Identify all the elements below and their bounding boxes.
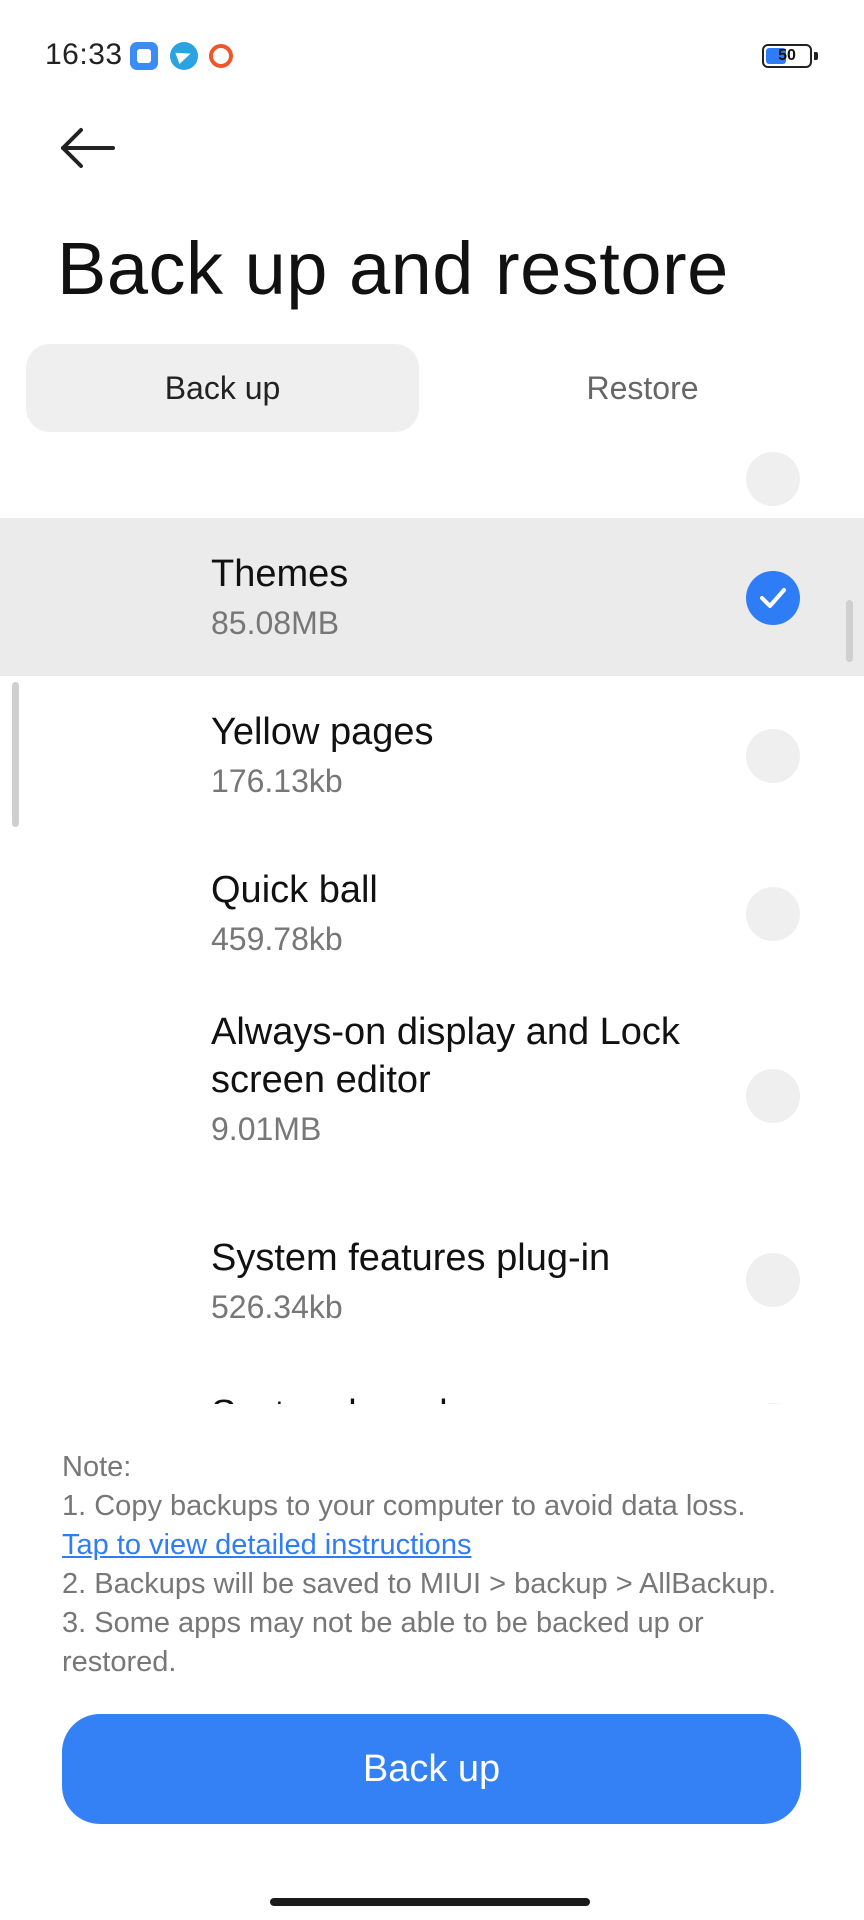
note-line-3: 3. Some apps may not be able to be backe… xyxy=(62,1607,704,1678)
detailed-instructions-link[interactable]: Tap to view detailed instructions xyxy=(62,1526,822,1565)
checkmark-icon xyxy=(760,588,786,608)
item-checkbox[interactable] xyxy=(746,571,800,625)
item-name: Always-on display and Lock screen editor xyxy=(211,1011,680,1101)
item-checkbox[interactable] xyxy=(746,887,800,941)
status-bar: 16:33 50 xyxy=(0,0,864,110)
item-size: 9.01MB xyxy=(211,1111,322,1147)
list-item[interactable]: Themes 85.08MB xyxy=(0,518,864,676)
tab-back-up[interactable]: Back up xyxy=(26,344,419,432)
item-name: System launcher xyxy=(211,1390,731,1404)
item-checkbox[interactable] xyxy=(746,729,800,783)
note-line-1: 1. Copy backups to your computer to avoi… xyxy=(62,1490,746,1522)
tab-restore[interactable]: Restore xyxy=(446,344,839,432)
notes-section: Note: 1. Copy backups to your computer t… xyxy=(62,1448,822,1682)
backup-item-list[interactable]: 1.27GB Themes 85.08MB Yellow pages 176.1… xyxy=(0,440,864,1404)
arrow-left-icon xyxy=(61,128,115,168)
item-checkbox[interactable] xyxy=(746,1403,800,1404)
item-checkbox[interactable] xyxy=(746,1253,800,1307)
item-name: System features plug-in xyxy=(211,1237,611,1279)
list-item[interactable]: 1.27GB xyxy=(0,440,864,506)
list-item[interactable]: Quick ball 459.78kb xyxy=(0,834,864,992)
item-size: 526.34kb xyxy=(211,1289,343,1325)
item-checkbox[interactable] xyxy=(746,1069,800,1123)
scrollbar-left[interactable] xyxy=(12,682,19,827)
back-button[interactable] xyxy=(55,118,125,178)
battery-level: 50 xyxy=(778,47,796,64)
item-name: Themes xyxy=(211,553,349,595)
page-title: Back up and restore xyxy=(57,227,729,310)
notes-heading: Note: xyxy=(62,1451,132,1483)
list-item[interactable]: System launcher xyxy=(0,1366,864,1404)
list-item[interactable]: System features plug-in 526.34kb xyxy=(0,1208,864,1366)
item-name: Quick ball xyxy=(211,869,378,911)
item-size: 176.13kb xyxy=(211,763,343,799)
status-time: 16:33 xyxy=(45,38,123,71)
list-item[interactable]: Yellow pages 176.13kb xyxy=(0,676,864,834)
item-size: 459.78kb xyxy=(211,921,343,957)
note-line-2: 2. Backups will be saved to MIUI > backu… xyxy=(62,1568,777,1600)
item-checkbox[interactable] xyxy=(746,452,800,506)
item-size: 85.08MB xyxy=(211,605,340,641)
tab-bar: Back up Restore xyxy=(26,344,838,432)
battery-icon: 50 xyxy=(762,44,818,68)
home-indicator[interactable] xyxy=(270,1898,590,1906)
scrollbar-right[interactable] xyxy=(846,600,853,662)
item-name: Yellow pages xyxy=(211,711,434,753)
back-up-button[interactable]: Back up xyxy=(62,1714,801,1824)
list-item[interactable]: Always-on display and Lock screen editor… xyxy=(0,992,864,1202)
item-size: 1.27GB xyxy=(211,440,731,448)
app-notification-icon xyxy=(130,42,158,70)
record-icon xyxy=(209,44,233,68)
telegram-icon xyxy=(170,42,198,70)
